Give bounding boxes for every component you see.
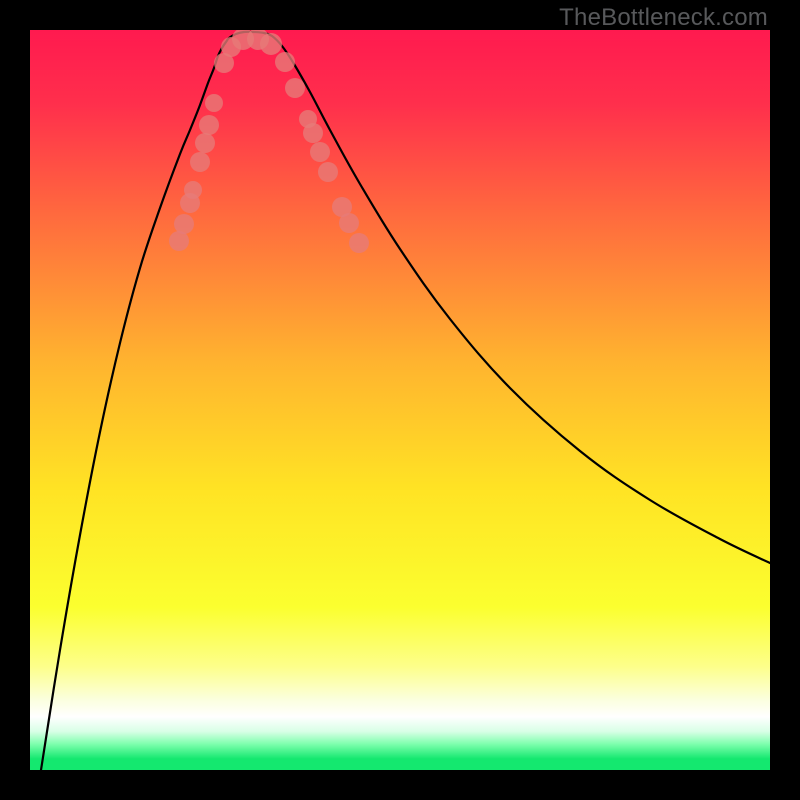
data-dot (260, 33, 282, 55)
plot-area (30, 30, 770, 770)
data-dot (174, 214, 194, 234)
data-dot (339, 213, 359, 233)
data-dot (303, 123, 323, 143)
data-dots (169, 30, 369, 253)
data-dot (285, 78, 305, 98)
data-dot (184, 181, 202, 199)
curve-layer (30, 30, 770, 770)
data-dot (195, 133, 215, 153)
data-dot (190, 152, 210, 172)
watermark-text: TheBottleneck.com (559, 4, 768, 32)
data-dot (310, 142, 330, 162)
data-dot (199, 115, 219, 135)
data-dot (275, 52, 295, 72)
data-dot (349, 233, 369, 253)
bottleneck-curve (41, 32, 770, 770)
data-dot (169, 231, 189, 251)
data-dot (205, 94, 223, 112)
data-dot (318, 162, 338, 182)
chart-frame: TheBottleneck.com (0, 0, 800, 800)
